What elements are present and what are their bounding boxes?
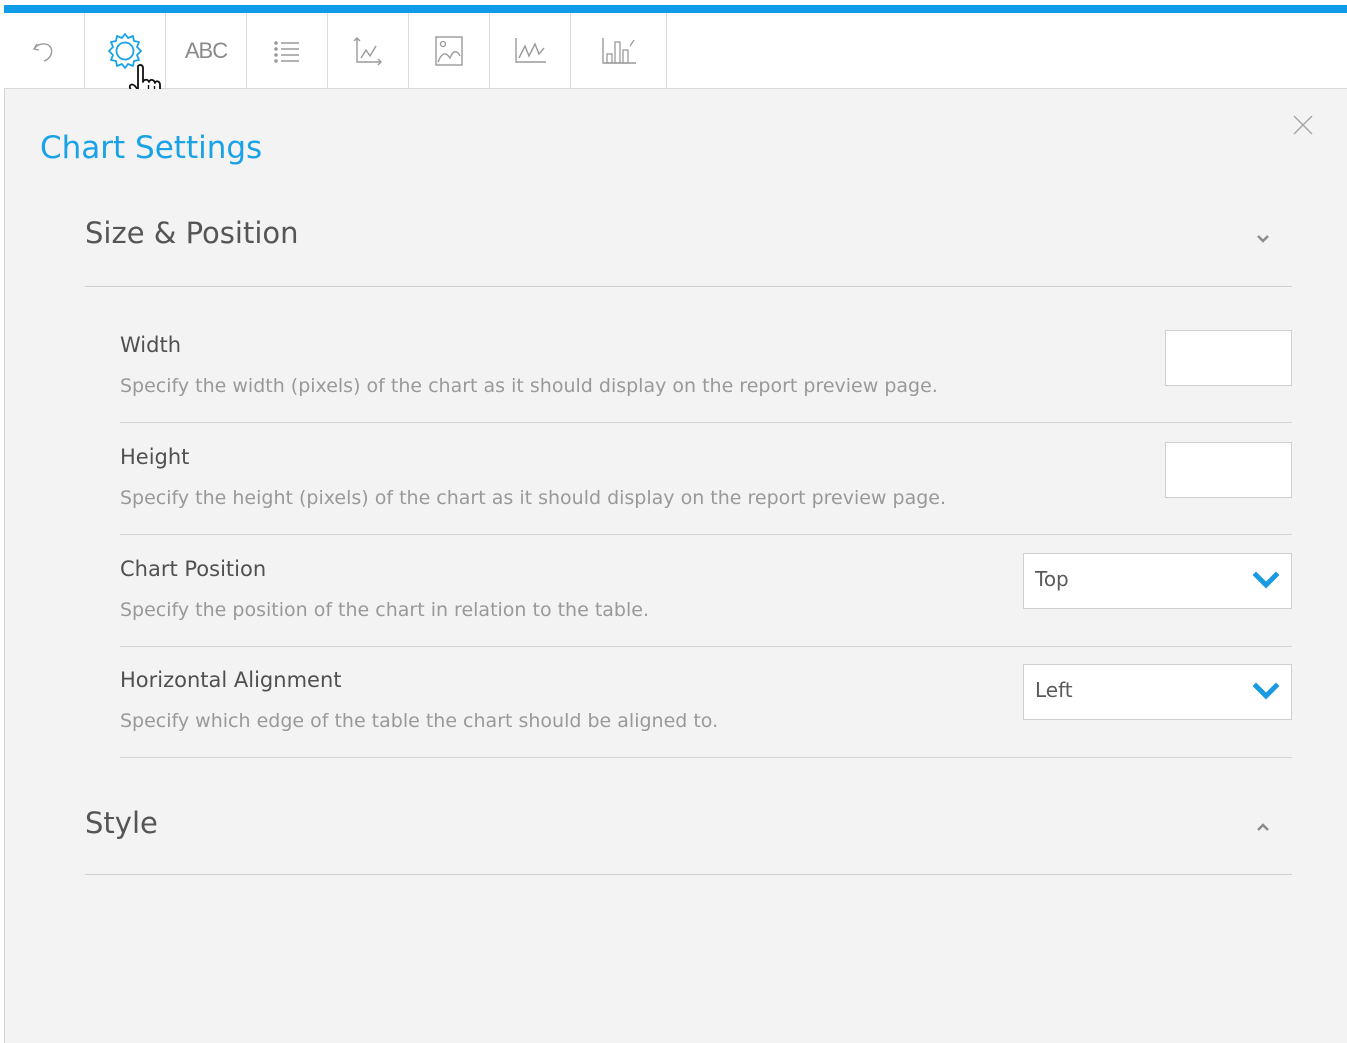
width-description: Specify the width (pixels) of the chart …	[120, 375, 938, 397]
image-icon	[435, 35, 463, 66]
horizontal-alignment-row: Horizontal Alignment Specify which edge …	[120, 664, 1292, 758]
chevron-down-icon[interactable]	[1256, 232, 1270, 246]
list-icon	[274, 40, 299, 63]
chart-position-row: Chart Position Specify the position of t…	[120, 553, 1292, 647]
text-settings-button[interactable]: ABC	[166, 13, 247, 88]
chart-position-select[interactable]: Top	[1023, 553, 1292, 609]
image-settings-button[interactable]	[409, 13, 490, 88]
chevron-down-icon	[1253, 682, 1279, 700]
horizontal-alignment-label: Horizontal Alignment	[120, 668, 342, 692]
text-icon: ABC	[184, 37, 228, 63]
height-label: Height	[120, 445, 190, 469]
chevron-up-icon[interactable]	[1256, 820, 1270, 834]
height-input[interactable]	[1165, 442, 1292, 498]
page-title: Chart Settings	[40, 130, 263, 166]
width-label: Width	[120, 333, 182, 357]
width-input[interactable]	[1165, 330, 1292, 386]
bar-chart-icon	[601, 37, 636, 64]
horizontal-alignment-select[interactable]: Left	[1023, 664, 1292, 720]
horizontal-alignment-description: Specify which edge of the table the char…	[120, 710, 719, 732]
section-title: Size & Position	[85, 216, 299, 250]
chart-position-value: Top	[1035, 567, 1069, 591]
section-style-header[interactable]: Style	[85, 806, 1292, 875]
section-title: Style	[85, 806, 158, 840]
axis-icon	[353, 36, 382, 65]
width-row: Width Specify the width (pixels) of the …	[120, 330, 1292, 423]
height-description: Specify the height (pixels) of the chart…	[120, 487, 946, 509]
chart-position-label: Chart Position	[120, 557, 267, 581]
height-row: Height Specify the height (pixels) of th…	[120, 442, 1292, 535]
list-settings-button[interactable]	[247, 13, 328, 88]
toolbar: ABC	[4, 13, 1347, 89]
top-accent-bar	[4, 5, 1347, 13]
chart-position-description: Specify the position of the chart in rel…	[120, 599, 649, 621]
close-icon[interactable]	[1290, 112, 1316, 138]
line-chart-icon	[515, 37, 546, 63]
horizontal-alignment-value: Left	[1035, 678, 1073, 702]
bar-chart-button[interactable]	[571, 13, 667, 88]
undo-button[interactable]	[4, 13, 85, 88]
chevron-down-icon	[1253, 571, 1279, 589]
undo-icon	[32, 42, 53, 62]
axis-settings-button[interactable]	[328, 13, 409, 88]
line-chart-button[interactable]	[490, 13, 571, 88]
section-size-position-header[interactable]: Size & Position	[85, 216, 1292, 287]
